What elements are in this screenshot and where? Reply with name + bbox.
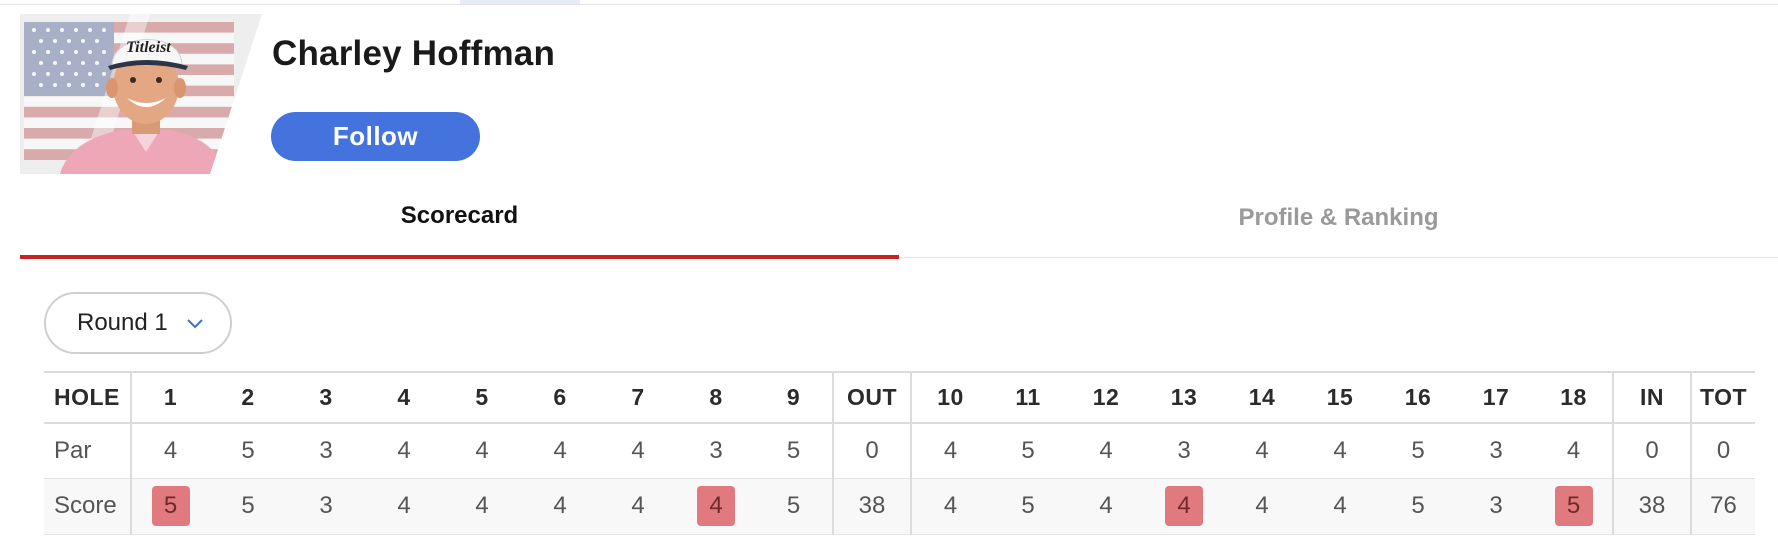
scorecard-score-row: Score 5 5 3 4 4 4 4 4 5 38 4 5 4 4 4 4 5 3 5 38 76 [44, 478, 1755, 534]
header-cell-9: 9 [786, 384, 801, 410]
player-name: Charley Hoffman [272, 34, 556, 73]
score-cell-16: 5 [1411, 492, 1425, 519]
header-cell-5: 5 [475, 384, 489, 410]
par-cell-11: 5 [1021, 436, 1035, 464]
chevron-down-icon [187, 319, 203, 329]
header-cell-in: IN [1612, 372, 1691, 423]
score-cell-label: Score [54, 492, 117, 519]
player-headshot-image: Titleist [20, 14, 262, 174]
par-cell-14: 4 [1255, 436, 1269, 464]
top-nav-active-indicator [460, 0, 580, 4]
header-cell-11: 11 [1015, 384, 1041, 410]
tab-profile-ranking-label: Profile & Ranking [1238, 204, 1439, 231]
score-cell-17: 3 [1489, 492, 1503, 519]
round-select-value: Round 1 [77, 309, 168, 336]
header-cell-16: 16 [1404, 384, 1432, 410]
follow-button[interactable]: Follow [271, 112, 480, 161]
score-cell-13: 4 [1145, 478, 1223, 534]
par-cell-16: 5 [1411, 436, 1425, 464]
header-cell-15: 15 [1326, 384, 1354, 410]
score-cell-in: 38 [1612, 478, 1691, 534]
par-cell-in: 0 [1612, 423, 1691, 478]
header-cell-4: 4 [397, 384, 411, 410]
par-cell-9: 5 [786, 436, 801, 464]
par-cell-12: 4 [1099, 436, 1113, 464]
par-cell-15: 4 [1333, 436, 1347, 464]
header-cell-7: 7 [631, 384, 645, 410]
par-cell-2: 5 [241, 436, 255, 464]
score-cell-2: 5 [241, 492, 255, 519]
par-cell-tot: 0 [1690, 423, 1755, 478]
score-highlight-badge: 4 [697, 486, 735, 526]
score-cell-5: 4 [475, 492, 489, 519]
score-cell-15: 4 [1333, 492, 1347, 519]
scorecard-table: HOLE 1 2 3 4 5 6 7 8 9 OUT 10 11 12 13 14 15 16 17 18 IN TOT P… [44, 371, 1755, 535]
header-cell-label: HOLE [54, 384, 120, 410]
tab-scorecard-label: Scorecard [400, 202, 519, 229]
header-cell-6: 6 [553, 384, 567, 410]
par-cell-7: 4 [631, 436, 645, 464]
score-cell-7: 4 [631, 492, 645, 519]
par-cell-4: 4 [397, 436, 411, 464]
tab-profile-ranking[interactable]: Profile & Ranking [899, 190, 1778, 258]
header-cell-8: 8 [709, 384, 723, 410]
score-cell-tot: 76 [1690, 478, 1755, 534]
score-cell-10: 4 [910, 478, 989, 534]
par-cell-6: 4 [553, 436, 567, 464]
header-cell-out: OUT [832, 372, 911, 423]
player-photo: Titleist [20, 14, 262, 174]
header-cell-18: 18 [1560, 384, 1587, 410]
score-cell-4: 4 [397, 492, 411, 519]
header-cell-3: 3 [319, 384, 333, 410]
score-cell-8: 4 [677, 478, 755, 534]
tab-bar: Scorecard Profile & Ranking [20, 190, 1778, 259]
par-cell-3: 3 [319, 436, 333, 464]
scorecard-header-row: HOLE 1 2 3 4 5 6 7 8 9 OUT 10 11 12 13 14 15 16 17 18 IN TOT [44, 372, 1755, 423]
par-cell-13: 3 [1177, 436, 1191, 464]
score-cell-1: 5 [130, 478, 209, 534]
score-highlight-badge: 4 [1165, 486, 1203, 526]
cap-logo: Titleist [126, 39, 171, 56]
header-cell-10: 10 [910, 372, 989, 423]
header-cell-2: 2 [241, 384, 255, 410]
score-cell-6: 4 [553, 492, 567, 519]
header-cell-1: 1 [130, 372, 209, 423]
header-cell-tot: TOT [1690, 372, 1755, 423]
score-highlight-badge: 5 [1554, 486, 1593, 526]
score-cell-12: 4 [1099, 492, 1113, 519]
par-cell-5: 4 [475, 436, 489, 464]
tab-scorecard[interactable]: Scorecard [20, 190, 899, 259]
top-nav-strip [0, 0, 1778, 5]
score-highlight-badge: 5 [151, 486, 190, 526]
score-cell-9: 5 [786, 492, 801, 519]
par-cell-label: Par [54, 436, 92, 464]
score-cell-11: 5 [1021, 492, 1035, 519]
par-cell-18: 4 [1566, 436, 1581, 464]
header-cell-12: 12 [1092, 384, 1120, 410]
scorecard-par-row: Par 4 5 3 4 4 4 4 3 5 0 4 5 4 3 4 4 5 3 4 0 0 [44, 423, 1755, 478]
par-cell-1: 4 [130, 423, 209, 478]
header-cell-14: 14 [1248, 384, 1276, 410]
par-cell-17: 3 [1489, 436, 1503, 464]
par-cell-10: 4 [910, 423, 989, 478]
par-cell-8: 3 [709, 436, 723, 464]
header-cell-17: 17 [1482, 384, 1510, 410]
score-cell-out: 38 [832, 478, 911, 534]
score-cell-14: 4 [1255, 492, 1269, 519]
score-cell-18: 5 [1535, 478, 1613, 534]
round-select[interactable]: Round 1 [44, 292, 232, 354]
par-cell-out: 0 [832, 423, 911, 478]
score-cell-3: 3 [319, 492, 333, 519]
header-cell-13: 13 [1170, 384, 1198, 410]
